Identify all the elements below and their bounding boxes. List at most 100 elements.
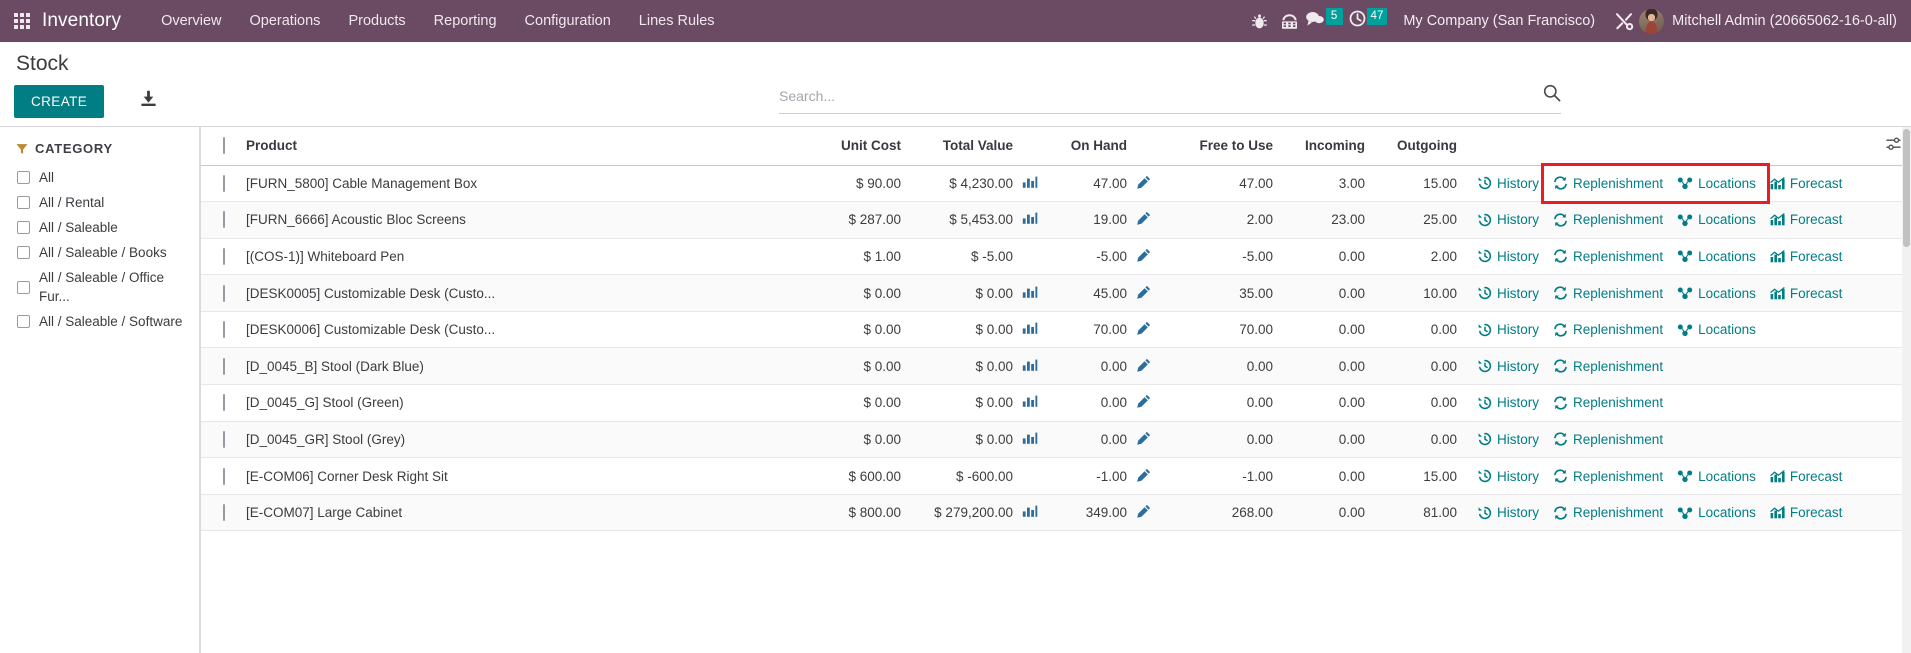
pencil-icon[interactable] xyxy=(1137,213,1151,228)
bar-chart-icon[interactable] xyxy=(1022,213,1038,228)
checkbox-icon[interactable] xyxy=(17,171,30,184)
forecast-button[interactable]: Forecast xyxy=(1763,503,1850,522)
row-checkbox-cell[interactable] xyxy=(201,311,241,348)
row-checkbox-cell[interactable] xyxy=(201,385,241,422)
checkbox-icon[interactable] xyxy=(17,281,30,294)
nav-item-reporting[interactable]: Reporting xyxy=(420,0,511,42)
edit-cell[interactable] xyxy=(1127,165,1161,202)
row-checkbox-cell[interactable] xyxy=(201,458,241,495)
replenishment-button[interactable]: Replenishment xyxy=(1546,247,1670,266)
checkbox-icon[interactable] xyxy=(223,504,225,521)
bar-chart-icon[interactable] xyxy=(1022,506,1038,521)
table-row[interactable]: [E-COM07] Large Cabinet$ 800.00$ 279,200… xyxy=(201,494,1911,531)
row-checkbox-cell[interactable] xyxy=(201,348,241,385)
nav-item-lines-rules[interactable]: Lines Rules xyxy=(625,0,729,42)
sparkline-cell[interactable] xyxy=(1013,348,1047,385)
col-product[interactable]: Product xyxy=(241,127,813,165)
pencil-icon[interactable] xyxy=(1137,396,1151,411)
forecast-button[interactable]: Forecast xyxy=(1763,467,1850,486)
history-button[interactable]: History xyxy=(1471,174,1546,193)
edit-cell[interactable] xyxy=(1127,385,1161,422)
col-unit-cost[interactable]: Unit Cost xyxy=(813,127,901,165)
edit-cell[interactable] xyxy=(1127,494,1161,531)
sidebar-item-0[interactable]: All xyxy=(0,165,199,190)
edit-cell[interactable] xyxy=(1127,275,1161,312)
table-row[interactable]: [D_0045_B] Stool (Dark Blue)$ 0.00$ 0.00… xyxy=(201,348,1911,385)
checkbox-icon[interactable] xyxy=(17,196,30,209)
edit-cell[interactable] xyxy=(1127,311,1161,348)
pencil-icon[interactable] xyxy=(1137,506,1151,521)
table-row[interactable]: [D_0045_G] Stool (Green)$ 0.00$ 0.000.00… xyxy=(201,385,1911,422)
vertical-scrollbar[interactable] xyxy=(1902,127,1911,653)
checkbox-icon[interactable] xyxy=(223,431,225,448)
forecast-button[interactable]: Forecast xyxy=(1763,174,1850,193)
history-button[interactable]: History xyxy=(1471,393,1546,412)
row-checkbox-cell[interactable] xyxy=(201,421,241,458)
sidebar-item-3[interactable]: All / Saleable / Books xyxy=(0,240,199,265)
table-row[interactable]: [E-COM06] Corner Desk Right Sit$ 600.00$… xyxy=(201,458,1911,495)
history-button[interactable]: History xyxy=(1471,430,1546,449)
locations-button[interactable]: Locations xyxy=(1670,174,1763,193)
sparkline-cell[interactable] xyxy=(1013,385,1047,422)
row-checkbox-cell[interactable] xyxy=(201,275,241,312)
pencil-icon[interactable] xyxy=(1137,323,1151,338)
checkbox-icon[interactable] xyxy=(17,221,30,234)
locations-button[interactable]: Locations xyxy=(1670,503,1763,522)
sparkline-cell[interactable] xyxy=(1013,202,1047,239)
col-outgoing[interactable]: Outgoing xyxy=(1365,127,1457,165)
locations-button[interactable]: Locations xyxy=(1670,320,1763,339)
activities-counter[interactable]: 47 xyxy=(1349,0,1388,42)
sidebar-item-1[interactable]: All / Rental xyxy=(0,190,199,215)
sparkline-cell[interactable] xyxy=(1013,311,1047,348)
history-button[interactable]: History xyxy=(1471,247,1546,266)
bar-chart-icon[interactable] xyxy=(1022,177,1038,192)
bar-chart-icon[interactable] xyxy=(1022,323,1038,338)
apps-grid-icon[interactable] xyxy=(14,13,30,29)
messages-counter[interactable]: 5 xyxy=(1305,0,1343,42)
bar-chart-icon[interactable] xyxy=(1022,396,1038,411)
bar-chart-icon[interactable] xyxy=(1022,360,1038,375)
history-button[interactable]: History xyxy=(1471,320,1546,339)
checkbox-icon[interactable] xyxy=(223,175,225,192)
sidebar-item-5[interactable]: All / Saleable / Software xyxy=(0,309,199,334)
nav-item-overview[interactable]: Overview xyxy=(147,0,235,42)
col-incoming[interactable]: Incoming xyxy=(1273,127,1365,165)
forecast-button[interactable]: Forecast xyxy=(1763,247,1850,266)
checkbox-icon[interactable] xyxy=(17,315,30,328)
sparkline-cell[interactable] xyxy=(1013,275,1047,312)
table-row[interactable]: [D_0045_GR] Stool (Grey)$ 0.00$ 0.000.00… xyxy=(201,421,1911,458)
checkbox-icon[interactable] xyxy=(223,394,225,411)
replenishment-button[interactable]: Replenishment xyxy=(1546,284,1670,303)
checkbox-icon[interactable] xyxy=(223,211,225,228)
bar-chart-icon[interactable] xyxy=(1022,433,1038,448)
col-on-hand[interactable]: On Hand xyxy=(1047,127,1127,165)
table-row[interactable]: [FURN_6666] Acoustic Bloc Screens$ 287.0… xyxy=(201,202,1911,239)
replenishment-button[interactable]: Replenishment xyxy=(1546,210,1670,229)
history-button[interactable]: History xyxy=(1471,284,1546,303)
user-avatar[interactable] xyxy=(1639,9,1664,34)
forecast-button[interactable]: Forecast xyxy=(1763,284,1850,303)
edit-cell[interactable] xyxy=(1127,421,1161,458)
replenishment-button[interactable]: Replenishment xyxy=(1546,357,1670,376)
checkbox-icon[interactable] xyxy=(17,246,30,259)
history-button[interactable]: History xyxy=(1471,210,1546,229)
search-icon[interactable] xyxy=(1543,84,1561,107)
history-button[interactable]: History xyxy=(1471,467,1546,486)
locations-button[interactable]: Locations xyxy=(1670,247,1763,266)
create-button[interactable]: CREATE xyxy=(14,85,104,118)
table-row[interactable]: [FURN_5800] Cable Management Box$ 90.00$… xyxy=(201,165,1911,202)
table-row[interactable]: [(COS-1)] Whiteboard Pen$ 1.00$ -5.00-5.… xyxy=(201,238,1911,275)
history-button[interactable]: History xyxy=(1471,357,1546,376)
checkbox-icon[interactable] xyxy=(223,321,225,338)
select-all-checkbox-cell[interactable] xyxy=(201,127,241,165)
history-button[interactable]: History xyxy=(1471,503,1546,522)
locations-button[interactable]: Locations xyxy=(1670,284,1763,303)
edit-cell[interactable] xyxy=(1127,238,1161,275)
checkbox-icon[interactable] xyxy=(223,285,225,302)
checkbox-icon[interactable] xyxy=(223,358,225,375)
table-row[interactable]: [DESK0005] Customizable Desk (Custo...$ … xyxy=(201,275,1911,312)
replenishment-button[interactable]: Replenishment xyxy=(1546,467,1670,486)
sparkline-cell[interactable] xyxy=(1013,165,1047,202)
forecast-button[interactable]: Forecast xyxy=(1763,210,1850,229)
app-brand-inventory[interactable]: Inventory xyxy=(42,10,121,32)
